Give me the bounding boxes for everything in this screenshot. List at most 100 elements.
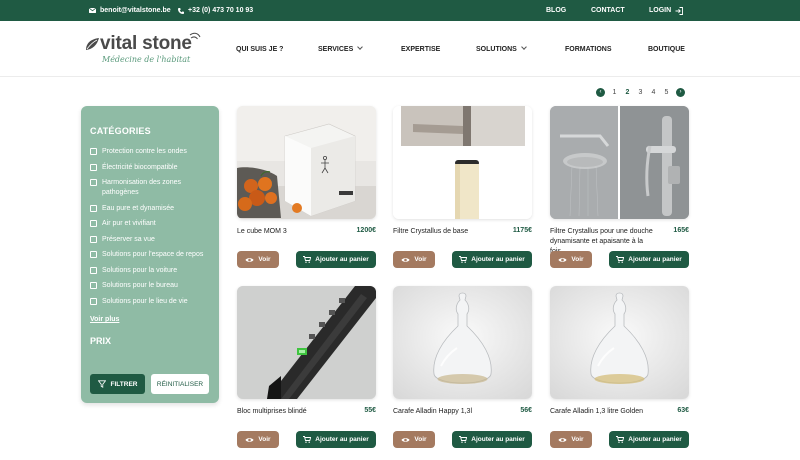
category-item[interactable]: Eau pure et dynamisée — [90, 204, 215, 214]
checkbox[interactable] — [90, 163, 97, 171]
filter-sidebar: CATÉGORIES Protection contre les ondes É… — [81, 106, 219, 403]
view-button[interactable]: Voir — [393, 251, 435, 268]
category-item[interactable]: Air pur et vivifiant — [90, 219, 215, 229]
add-to-cart-label: Ajouter au panier — [315, 436, 369, 443]
nav-expertise[interactable]: EXPERTISE — [401, 21, 440, 77]
nav-boutique[interactable]: BOUTIQUE — [648, 21, 685, 77]
add-to-cart-button[interactable]: Ajouter au panier — [296, 431, 376, 448]
category-label: Protection contre les ondes — [102, 148, 187, 155]
logo[interactable]: vital stone Médecine de l'habitat — [84, 31, 204, 67]
category-item[interactable]: Protection contre les ondes — [90, 147, 215, 157]
next-page-icon[interactable]: › — [676, 87, 685, 97]
checkbox[interactable] — [90, 297, 97, 305]
eye-icon — [401, 257, 410, 262]
cart-icon — [303, 256, 312, 263]
category-label: Air pur et vivifiant — [102, 220, 156, 227]
show-more-link[interactable]: Voir plus — [90, 316, 119, 323]
category-label: Solutions pour l'espace de repos — [102, 251, 204, 258]
nav-label: QUI SUIS JE ? — [236, 45, 284, 53]
category-label: Eau pure et dynamisée — [102, 204, 174, 212]
product-name[interactable]: Carafe Alladin Happy 1,3l — [393, 407, 498, 417]
page-1[interactable]: 1 — [608, 89, 621, 96]
eye-icon — [245, 437, 254, 442]
wave-icon — [189, 32, 201, 40]
cart-icon — [616, 256, 625, 263]
eye-icon — [401, 437, 410, 442]
nav-label: FORMATIONS — [565, 45, 612, 53]
product-image[interactable] — [550, 286, 689, 399]
product-image[interactable] — [237, 286, 376, 399]
cart-icon — [616, 436, 625, 443]
view-label: Voir — [258, 436, 271, 443]
nav-formations[interactable]: FORMATIONS — [565, 21, 612, 77]
product-image[interactable] — [237, 106, 376, 219]
reset-button[interactable]: RÉINITIALISER — [151, 374, 209, 394]
filter-button[interactable]: FILTRER — [90, 374, 145, 394]
nav-blog-link[interactable]: BLOG — [546, 0, 566, 21]
nav-contact-link[interactable]: CONTACT — [591, 0, 625, 21]
add-to-cart-button[interactable]: Ajouter au panier — [452, 431, 532, 448]
checkbox[interactable] — [90, 204, 97, 212]
product-name[interactable]: Filtre Crystallus de base — [393, 227, 498, 237]
category-item[interactable]: Préserver sa vue — [90, 235, 215, 245]
nav-qui-suis-je[interactable]: QUI SUIS JE ? — [236, 21, 283, 77]
nav-label: SERVICES — [318, 45, 354, 53]
product-name[interactable]: Carafe Alladin 1,3 litre Golden — [550, 407, 655, 417]
product-name[interactable]: Bloc multiprises blindé — [237, 407, 342, 417]
product-image[interactable] — [393, 106, 532, 219]
product-card: Carafe Alladin 1,3 litre Golden 63€ Voir… — [550, 286, 689, 460]
view-button[interactable]: Voir — [393, 431, 435, 448]
category-label: Solutions pour la voiture — [102, 266, 178, 274]
page-2[interactable]: 2 — [621, 89, 634, 96]
checkbox[interactable] — [90, 148, 97, 155]
price-title: PRIX — [90, 336, 112, 346]
add-to-cart-label: Ajouter au panier — [471, 436, 525, 443]
add-to-cart-button[interactable]: Ajouter au panier — [609, 251, 689, 268]
contact-label: CONTACT — [591, 7, 625, 14]
product-image[interactable] — [393, 286, 532, 399]
checkbox[interactable] — [90, 282, 97, 289]
category-item[interactable]: Électricité biocompatible — [90, 163, 215, 173]
product-price: 63€ — [677, 407, 689, 414]
checkbox[interactable] — [90, 179, 97, 186]
add-to-cart-button[interactable]: Ajouter au panier — [452, 251, 532, 268]
checkbox[interactable] — [90, 220, 97, 227]
category-item[interactable]: Solutions pour la voiture — [90, 266, 215, 276]
eye-icon — [245, 257, 254, 262]
nav-solutions[interactable]: SOLUTIONS — [476, 21, 527, 77]
email-link[interactable]: benoit@vitalstone.be — [89, 0, 171, 21]
funnel-icon — [97, 380, 106, 388]
nav-label: EXPERTISE — [401, 45, 441, 53]
phone-text: +32 (0) 473 70 10 93 — [188, 7, 254, 14]
add-to-cart-label: Ajouter au panier — [471, 256, 525, 263]
blog-label: BLOG — [546, 7, 567, 14]
checkbox[interactable] — [90, 251, 97, 258]
category-item[interactable]: Solutions pour l'espace de repos — [90, 250, 215, 260]
checkbox[interactable] — [90, 266, 97, 274]
category-item[interactable]: Solutions pour le bureau — [90, 281, 215, 291]
view-button[interactable]: Voir — [237, 251, 279, 268]
phone-link[interactable]: +32 (0) 473 70 10 93 — [178, 0, 253, 21]
checkbox[interactable] — [90, 235, 97, 243]
add-to-cart-button[interactable]: Ajouter au panier — [609, 431, 689, 448]
login-link[interactable]: LOGIN — [649, 0, 684, 21]
view-button[interactable]: Voir — [550, 431, 592, 448]
product-name[interactable]: Le cube MOM 3 — [237, 227, 342, 237]
eye-icon — [558, 437, 567, 442]
main-header: vital stone Médecine de l'habitat QUI SU… — [0, 21, 800, 77]
page-3[interactable]: 3 — [634, 89, 647, 96]
page-4[interactable]: 4 — [647, 89, 660, 96]
prev-page-icon[interactable]: ‹ — [596, 87, 605, 97]
product-image[interactable] — [550, 106, 689, 219]
category-label: Harmonisation des zones pathogènes — [102, 179, 181, 196]
category-item[interactable]: Harmonisation des zones pathogènes — [90, 178, 215, 198]
add-to-cart-button[interactable]: Ajouter au panier — [296, 251, 376, 268]
logo-tagline: Médecine de l'habitat — [102, 55, 191, 64]
pagination: ‹ 1 2 3 4 5 › — [596, 87, 685, 97]
view-button[interactable]: Voir — [550, 251, 592, 268]
view-button[interactable]: Voir — [237, 431, 279, 448]
page-5[interactable]: 5 — [660, 89, 673, 96]
nav-services[interactable]: SERVICES — [318, 21, 364, 77]
category-item[interactable]: Solutions pour le lieu de vie — [90, 297, 215, 307]
category-label: Préserver sa vue — [102, 235, 155, 243]
